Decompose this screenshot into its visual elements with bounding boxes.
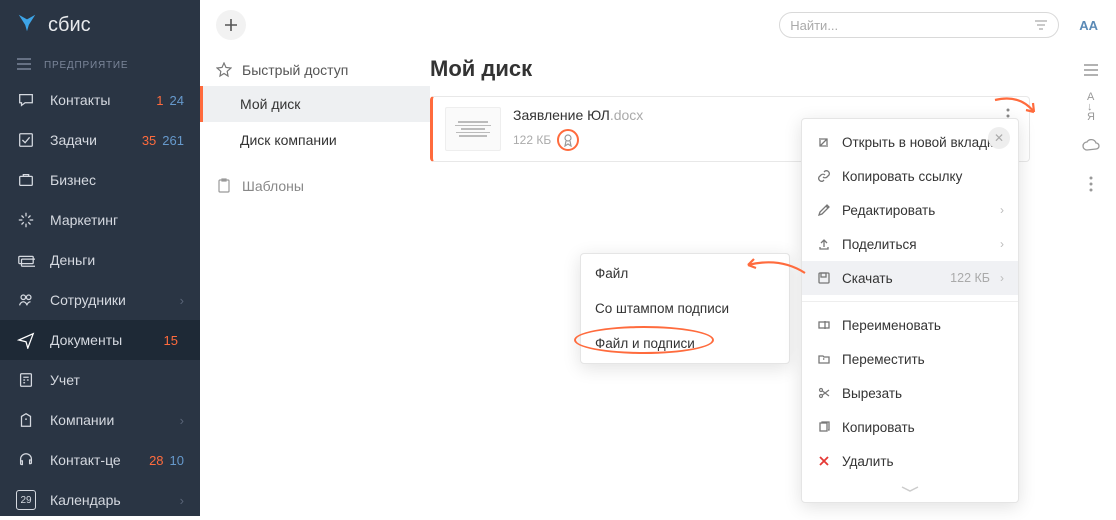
save-icon — [816, 270, 832, 286]
topbar: Найти... AA — [200, 0, 1116, 50]
chevron-right-icon: › — [1000, 271, 1004, 285]
chat-icon — [16, 90, 36, 110]
folder-move-icon — [816, 351, 832, 367]
sub-file-and-signatures[interactable]: Файл и подписи — [581, 326, 789, 361]
sidebar: сбис ПРЕДПРИЯТИЕ Контакты 1 24 Задачи 35… — [0, 0, 200, 516]
money-icon — [16, 250, 36, 270]
nav-money[interactable]: Деньги — [0, 240, 200, 280]
ctx-download[interactable]: Скачать 122 КБ › — [802, 261, 1018, 295]
nav-calendar[interactable]: 29 Календарь › — [0, 480, 200, 520]
nav-employees[interactable]: Сотрудники › — [0, 280, 200, 320]
add-button[interactable] — [216, 10, 246, 40]
file-name: Заявление ЮЛ.docx — [513, 107, 643, 123]
ctx-rename[interactable]: Переименовать — [802, 308, 1018, 342]
search-placeholder: Найти... — [790, 18, 1034, 33]
clipboard-icon — [216, 178, 232, 194]
building-icon — [16, 410, 36, 430]
sub-with-stamp[interactable]: Со штампом подписи — [581, 291, 789, 326]
tree-company-disk[interactable]: Диск компании — [200, 122, 430, 158]
filter-icon — [1034, 19, 1048, 31]
star-icon — [216, 62, 232, 78]
ctx-delete[interactable]: Удалить — [802, 444, 1018, 478]
ctx-share[interactable]: Поделиться › — [802, 227, 1018, 261]
nav-business[interactable]: Бизнес — [0, 160, 200, 200]
context-menu: ✕ Открыть в новой вкладке Копировать ссы… — [801, 118, 1019, 503]
logo-text: сбис — [48, 14, 91, 37]
nav-documents[interactable]: Документы 15 — [0, 320, 200, 360]
calc-icon — [16, 370, 36, 390]
search-input[interactable]: Найти... — [779, 12, 1059, 38]
ctx-open-new-tab[interactable]: Открыть в новой вкладке — [802, 125, 1018, 159]
people-icon — [16, 290, 36, 310]
chevron-right-icon: › — [180, 293, 184, 308]
delete-icon — [816, 453, 832, 469]
ctx-edit[interactable]: Редактировать › — [802, 193, 1018, 227]
ctx-cut[interactable]: Вырезать — [802, 376, 1018, 410]
copy-icon — [816, 419, 832, 435]
right-rail: А↓Я — [1066, 50, 1116, 194]
nav-accounting[interactable]: Учет — [0, 360, 200, 400]
drag-handle-icon[interactable] — [802, 478, 1018, 496]
ctx-copy[interactable]: Копировать — [802, 410, 1018, 444]
nav-tasks[interactable]: Задачи 35 261 — [0, 120, 200, 160]
pencil-icon — [816, 202, 832, 218]
menu-icon — [16, 58, 32, 73]
chevron-right-icon: › — [180, 413, 184, 428]
share-icon — [816, 236, 832, 252]
rail-sort-icon[interactable]: А↓Я — [1081, 98, 1101, 118]
check-icon — [16, 130, 36, 150]
sub-file[interactable]: Файл — [581, 256, 789, 291]
annotation-circle — [557, 129, 579, 151]
context-menu-close[interactable]: ✕ — [988, 127, 1010, 149]
enterprise-row[interactable]: ПРЕДПРИЯТИЕ — [0, 50, 200, 80]
logo[interactable]: сбис — [0, 0, 200, 50]
send-icon — [16, 330, 36, 350]
chevron-right-icon: › — [1000, 237, 1004, 251]
rail-menu-icon[interactable] — [1081, 60, 1101, 80]
file-size: 122 КБ — [513, 133, 551, 147]
link-icon — [816, 168, 832, 184]
quick-access[interactable]: Быстрый доступ — [200, 54, 430, 86]
external-icon — [816, 134, 832, 150]
scissors-icon — [816, 385, 832, 401]
chevron-right-icon: › — [180, 493, 184, 508]
file-thumbnail — [445, 107, 501, 151]
nav-contacts[interactable]: Контакты 1 24 — [0, 80, 200, 120]
disk-tree: Быстрый доступ Мой диск Диск компании Ша… — [200, 50, 430, 206]
logo-icon — [16, 12, 38, 39]
nav-marketing[interactable]: Маркетинг — [0, 200, 200, 240]
templates[interactable]: Шаблоны — [200, 166, 430, 206]
rail-cloud-icon[interactable] — [1081, 136, 1101, 156]
enterprise-label: ПРЕДПРИЯТИЕ — [44, 60, 128, 71]
nav-contact-center[interactable]: Контакт-це 28 10 — [0, 440, 200, 480]
spark-icon — [16, 210, 36, 230]
ctx-copy-link[interactable]: Копировать ссылку — [802, 159, 1018, 193]
calendar-icon: 29 — [16, 490, 36, 510]
rename-icon — [816, 317, 832, 333]
page-title: Мой диск — [430, 50, 1056, 96]
headset-icon — [16, 450, 36, 470]
separator — [802, 301, 1018, 302]
rail-more-icon[interactable] — [1081, 174, 1101, 194]
download-submenu: Файл Со штампом подписи Файл и подписи — [580, 253, 790, 364]
chevron-right-icon: › — [1000, 203, 1004, 217]
tree-my-disk[interactable]: Мой диск — [200, 86, 430, 122]
ctx-move[interactable]: Переместить — [802, 342, 1018, 376]
font-size-button[interactable]: AA — [1079, 18, 1098, 33]
briefcase-icon — [16, 170, 36, 190]
nav-companies[interactable]: Компании › — [0, 400, 200, 440]
